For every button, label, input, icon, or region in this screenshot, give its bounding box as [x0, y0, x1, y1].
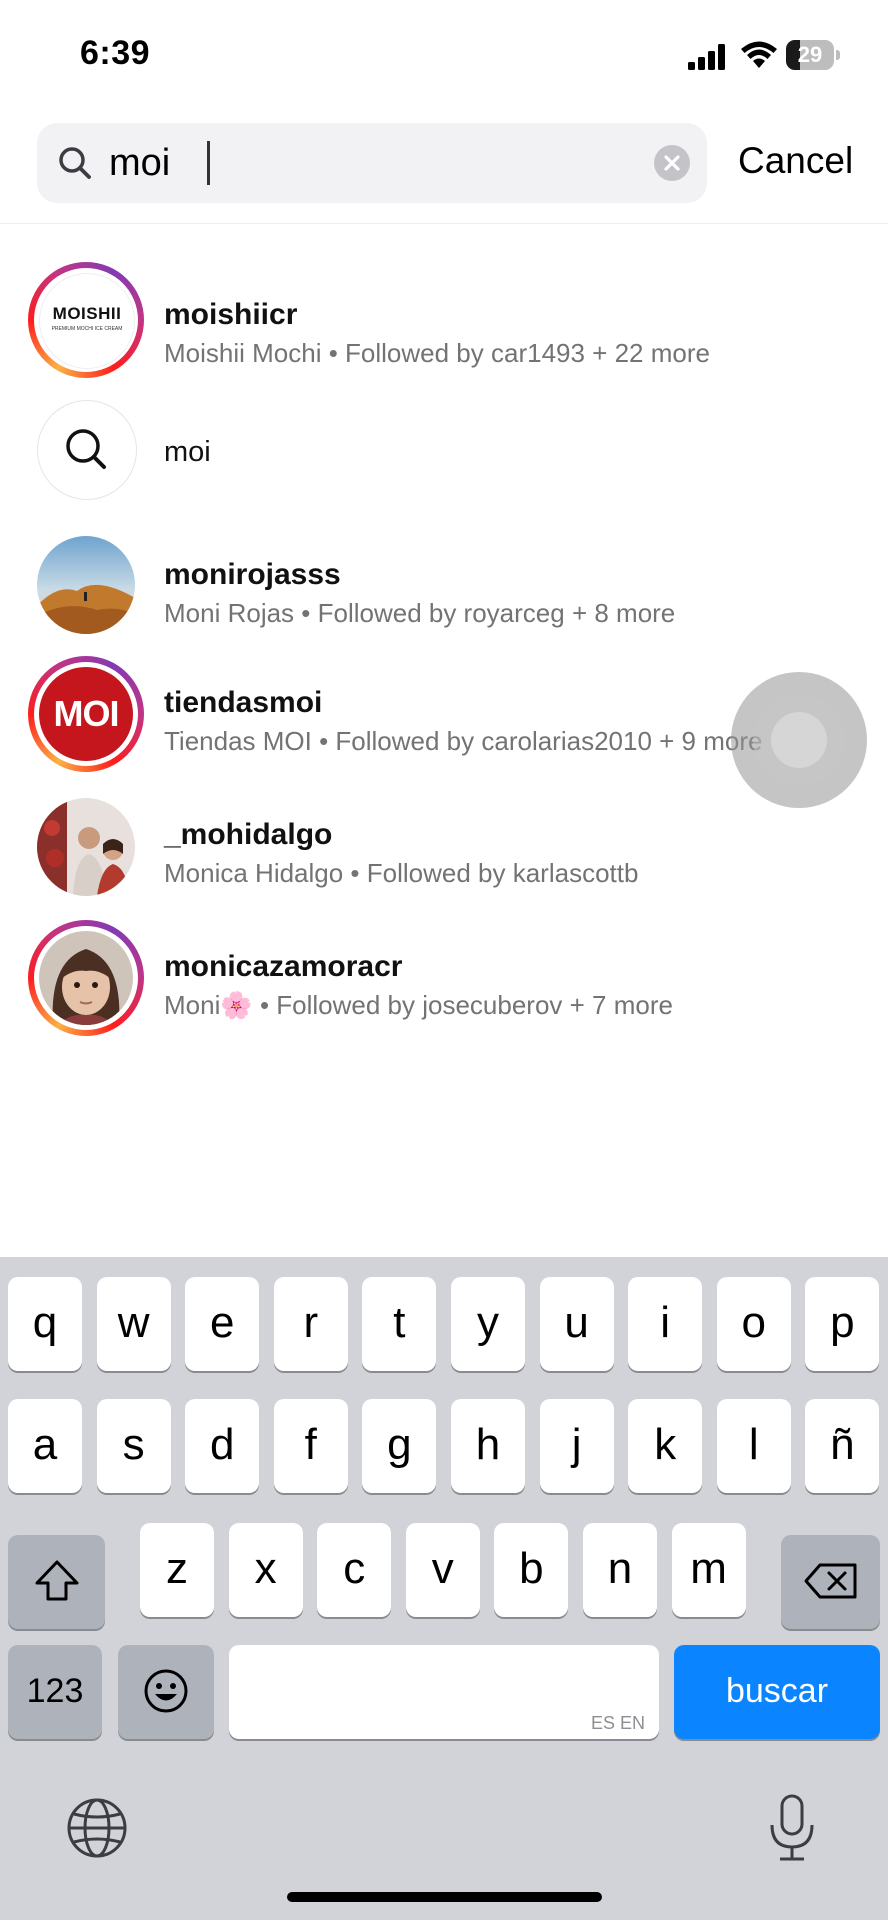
result-subtitle: Moni🌸 • Followed by josecuberov + 7 more — [164, 990, 673, 1020]
backspace-key[interactable] — [781, 1535, 880, 1629]
result-row-monicazamoracr[interactable]: monicazamoracr Moni🌸 • Followed by josec… — [0, 920, 888, 1040]
text-caret — [207, 141, 210, 185]
result-row-monirojasss[interactable]: monirojasss Moni Rojas • Followed by roy… — [0, 526, 888, 646]
key-o[interactable]: o — [716, 1277, 791, 1371]
shift-icon — [35, 1560, 78, 1601]
divider — [0, 223, 888, 224]
result-username: _mohidalgo — [164, 818, 333, 851]
search-icon — [59, 147, 91, 179]
result-username: monicazamoracr — [164, 950, 403, 983]
result-username: tiendasmoi — [164, 686, 323, 719]
status-time: 6:39 — [80, 34, 151, 72]
key-d[interactable]: d — [185, 1399, 260, 1493]
avatar-moishiicr: MOISHII PREMIUM MOCHI ICE CREAM — [39, 273, 135, 369]
result-subtitle: Tiendas MOI • Followed by carolarias2010… — [164, 726, 763, 756]
story-ring: MOISHII PREMIUM MOCHI ICE CREAM — [28, 262, 144, 378]
key-j[interactable]: j — [539, 1399, 614, 1493]
search-input[interactable] — [109, 137, 629, 189]
search-suggestion-text: moi — [164, 436, 211, 468]
microphone-icon[interactable] — [766, 1793, 818, 1863]
avatar-logo-text: MOISHII — [52, 304, 122, 323]
status-bar: 6:39 29 — [0, 0, 888, 110]
story-ring: MOI — [28, 656, 144, 772]
cellular-signal-icon — [688, 44, 725, 70]
emoji-key[interactable] — [118, 1645, 214, 1739]
story-ring — [28, 920, 144, 1036]
search-suggestion-icon — [37, 400, 137, 500]
touch-indicator — [731, 672, 867, 808]
result-username: monirojasss — [164, 558, 341, 591]
key-e[interactable]: e — [185, 1277, 260, 1371]
result-subtitle: Monica Hidalgo • Followed by karlascottb — [164, 858, 639, 888]
emoji-icon — [144, 1669, 188, 1713]
avatar-monirojasss — [37, 536, 135, 634]
space-key[interactable]: ES EN — [229, 1645, 659, 1739]
key-w[interactable]: w — [96, 1277, 171, 1371]
key-m[interactable]: m — [671, 1523, 746, 1617]
result-username: moishiicr — [164, 298, 298, 331]
shift-key[interactable] — [8, 1535, 105, 1629]
key-f[interactable]: f — [273, 1399, 348, 1493]
key-ñ[interactable]: ñ — [805, 1399, 880, 1493]
avatar-monicazamoracr — [39, 931, 133, 1025]
key-n[interactable]: n — [583, 1523, 657, 1617]
avatar-mohidalgo — [37, 798, 135, 896]
numbers-key[interactable]: 123 — [8, 1645, 102, 1739]
key-b[interactable]: b — [494, 1523, 569, 1617]
battery-level: 29 — [797, 42, 823, 67]
key-p[interactable]: p — [805, 1277, 880, 1371]
avatar-tiendasmoi: MOI — [39, 667, 133, 761]
key-z[interactable]: z — [140, 1523, 214, 1617]
home-indicator — [287, 1892, 602, 1902]
key-g[interactable]: g — [362, 1399, 437, 1493]
clear-search-icon[interactable] — [654, 145, 690, 181]
key-x[interactable]: x — [228, 1523, 303, 1617]
key-r[interactable]: r — [273, 1277, 348, 1371]
battery-indicator: 29 — [786, 40, 840, 70]
key-a[interactable]: a — [8, 1399, 82, 1493]
key-i[interactable]: i — [628, 1277, 703, 1371]
wifi-icon — [741, 41, 777, 68]
result-row-search-suggestion[interactable]: moi — [0, 390, 888, 510]
keyboard: qwertyuiop asdfghjklñ zxcvbnm 123 ES EN … — [0, 1257, 888, 1920]
search-bar[interactable] — [37, 123, 707, 203]
key-u[interactable]: u — [539, 1277, 614, 1371]
cancel-button[interactable]: Cancel — [738, 140, 853, 182]
key-l[interactable]: l — [716, 1399, 791, 1493]
result-subtitle: Moni Rojas • Followed by royarceg + 8 mo… — [164, 598, 676, 628]
result-row-mohidalgo[interactable]: _mohidalgo Monica Hidalgo • Followed by … — [0, 788, 888, 908]
key-k[interactable]: k — [628, 1399, 703, 1493]
search-action-key[interactable]: buscar — [674, 1645, 880, 1739]
key-q[interactable]: q — [8, 1277, 82, 1371]
key-h[interactable]: h — [451, 1399, 525, 1493]
key-c[interactable]: c — [317, 1523, 392, 1617]
backspace-icon — [804, 1563, 856, 1599]
key-t[interactable]: t — [362, 1277, 437, 1371]
result-subtitle: Moishii Mochi • Followed by car1493 + 22… — [164, 338, 710, 368]
avatar-logo-tagline: PREMIUM MOCHI ICE CREAM — [51, 326, 123, 332]
key-y[interactable]: y — [451, 1277, 525, 1371]
result-row-moishiicr[interactable]: MOISHII PREMIUM MOCHI ICE CREAM moishiic… — [0, 262, 888, 382]
space-language-label: ES EN — [590, 1713, 645, 1733]
avatar-logo-text: MOI — [53, 693, 120, 734]
key-v[interactable]: v — [405, 1523, 480, 1617]
key-s[interactable]: s — [96, 1399, 171, 1493]
globe-icon[interactable] — [66, 1797, 128, 1859]
